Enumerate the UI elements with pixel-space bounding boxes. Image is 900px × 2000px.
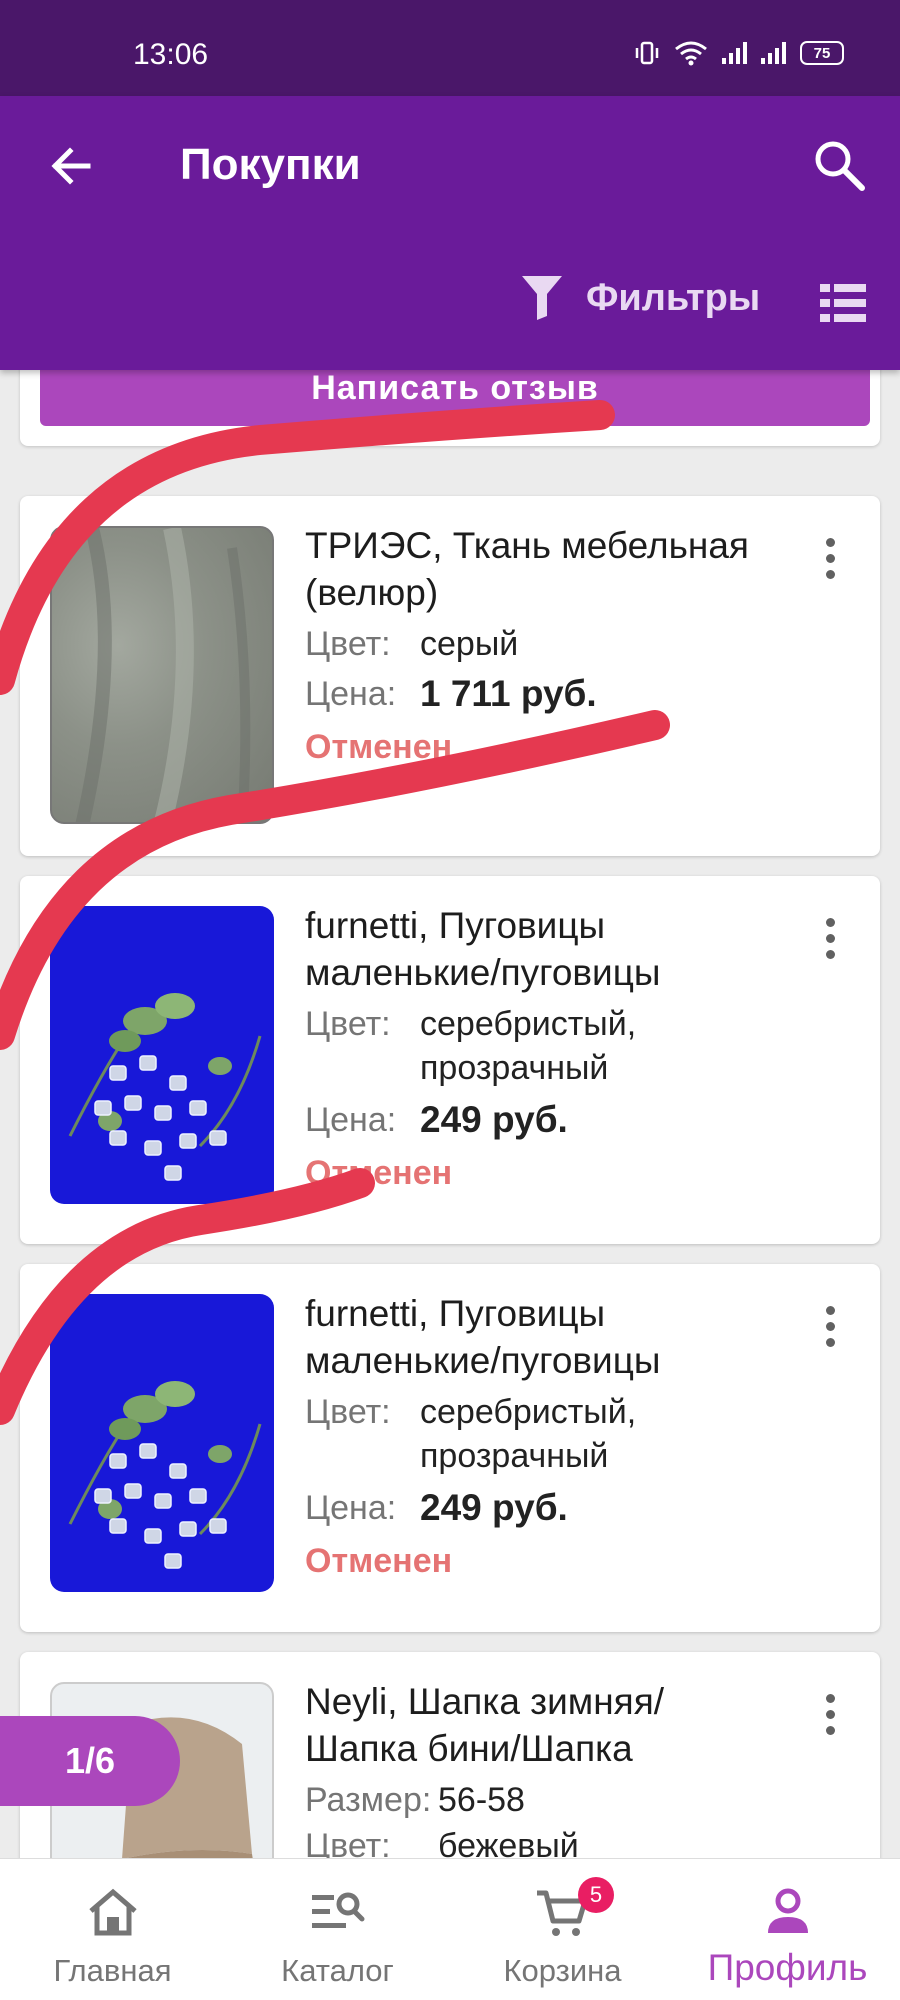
price-row: Цена: 249 руб. bbox=[305, 1486, 568, 1530]
filters-button[interactable]: Фильтры bbox=[520, 274, 760, 322]
page-indicator: 1/6 bbox=[0, 1716, 180, 1806]
status-bar: 13:06 75 bbox=[0, 0, 900, 96]
profile-icon bbox=[767, 1888, 808, 1933]
more-options-icon[interactable] bbox=[810, 914, 850, 964]
spec-color: Цвет: серебристый, прозрачный bbox=[305, 1002, 720, 1090]
order-title[interactable]: furnetti, Пуговицы маленькие/пуговицы bbox=[305, 1290, 755, 1384]
more-options-icon[interactable] bbox=[810, 1302, 850, 1352]
order-title[interactable]: ТРИЭС, Ткань мебельная (велюр) bbox=[305, 522, 755, 616]
spec-color: Цвет: серебристый, прозрачный bbox=[305, 1390, 720, 1478]
app-bar: Покупки Фильтры bbox=[0, 96, 900, 370]
cart-badge: 5 bbox=[578, 1877, 614, 1913]
spec-label: Цвет: bbox=[305, 625, 391, 663]
price-value: 1 711 руб. bbox=[420, 673, 597, 714]
spec-label: Цвет: bbox=[305, 1393, 391, 1431]
order-card[interactable]: furnetti, Пуговицы маленькие/пуговицы Цв… bbox=[20, 876, 880, 1244]
battery-icon: 75 bbox=[800, 41, 844, 65]
home-icon bbox=[88, 1888, 137, 1936]
price-row: Цена: 249 руб. bbox=[305, 1098, 568, 1142]
price-row: Цена: 1 711 руб. bbox=[305, 672, 597, 716]
status-time: 13:06 bbox=[133, 38, 209, 71]
more-options-icon[interactable] bbox=[810, 1690, 850, 1740]
price-label: Цена: bbox=[305, 1489, 397, 1527]
wifi-icon bbox=[675, 41, 707, 66]
catalog-search-icon bbox=[311, 1892, 364, 1928]
signal-icon-2 bbox=[761, 42, 786, 64]
nav-item-home[interactable]: Главная bbox=[0, 1859, 225, 2000]
spec-value: бежевый bbox=[438, 1827, 579, 1858]
price-label: Цена: bbox=[305, 675, 397, 713]
product-image-buttons[interactable] bbox=[50, 1294, 274, 1592]
price-value: 249 руб. bbox=[420, 1487, 568, 1528]
spec-label: Цвет: bbox=[305, 1827, 391, 1858]
fabric-folds bbox=[75, 528, 251, 822]
price-value: 249 руб. bbox=[420, 1099, 568, 1140]
spec-color: Цвет: бежевый bbox=[305, 1824, 579, 1858]
nav-label: Корзина bbox=[503, 1953, 622, 1988]
nav-item-profile[interactable]: Профиль bbox=[675, 1859, 900, 2000]
nav-label: Профиль bbox=[707, 1947, 868, 1988]
order-title[interactable]: Neyli, Шапка зимняя/ Шапка бини/Шапка bbox=[305, 1678, 755, 1772]
page-title: Покупки bbox=[180, 140, 361, 189]
spec-value: серебристый, прозрачный bbox=[420, 1005, 637, 1087]
battery-level: 75 bbox=[813, 44, 831, 62]
spec-value: серый bbox=[420, 625, 519, 663]
nav-label: Каталог bbox=[281, 1953, 394, 1988]
vibrate-icon bbox=[635, 41, 659, 65]
order-status: Отменен bbox=[305, 1154, 453, 1192]
back-arrow-icon[interactable] bbox=[46, 141, 96, 191]
bottom-navigation: Главная Каталог 5 Корзина Профиль bbox=[0, 1858, 900, 2000]
buttons-photo bbox=[68, 993, 262, 1181]
search-icon[interactable] bbox=[812, 138, 866, 192]
spec-label: Размер: bbox=[305, 1781, 432, 1819]
order-card[interactable]: ТРИЭС, Ткань мебельная (велюр) Цвет: сер… bbox=[20, 496, 880, 856]
nav-item-catalog[interactable]: Каталог bbox=[225, 1859, 450, 2000]
buttons-photo bbox=[68, 1381, 262, 1569]
spec-value: серебристый, прозрачный bbox=[420, 1393, 637, 1475]
status-icons: 75 bbox=[634, 40, 844, 66]
order-status: Отменен bbox=[305, 728, 453, 766]
order-status: Отменен bbox=[305, 1542, 453, 1580]
filter-icon bbox=[522, 276, 562, 320]
spec-size: Размер: 56-58 bbox=[305, 1778, 525, 1822]
price-label: Цена: bbox=[305, 1101, 397, 1139]
filters-label: Фильтры bbox=[586, 276, 761, 319]
signal-icon bbox=[722, 42, 747, 64]
list-view-icon[interactable] bbox=[820, 282, 866, 324]
order-title[interactable]: furnetti, Пуговицы маленькие/пуговицы bbox=[305, 902, 755, 996]
orders-list[interactable]: Написать отзыв ТРИЭС, Ткань мебельная (в… bbox=[0, 370, 900, 1858]
previous-order-card: Написать отзыв bbox=[20, 370, 880, 446]
write-review-button[interactable]: Написать отзыв bbox=[40, 370, 870, 426]
spec-color: Цвет: серый bbox=[305, 622, 518, 666]
more-options-icon[interactable] bbox=[810, 534, 850, 584]
spec-value: 56-58 bbox=[438, 1781, 525, 1819]
product-image-buttons[interactable] bbox=[50, 906, 274, 1204]
nav-label: Главная bbox=[53, 1953, 172, 1988]
product-image-fabric[interactable] bbox=[50, 526, 274, 824]
nav-item-cart[interactable]: 5 Корзина bbox=[450, 1859, 675, 2000]
spec-label: Цвет: bbox=[305, 1005, 391, 1043]
order-card[interactable]: furnetti, Пуговицы маленькие/пуговицы Цв… bbox=[20, 1264, 880, 1632]
